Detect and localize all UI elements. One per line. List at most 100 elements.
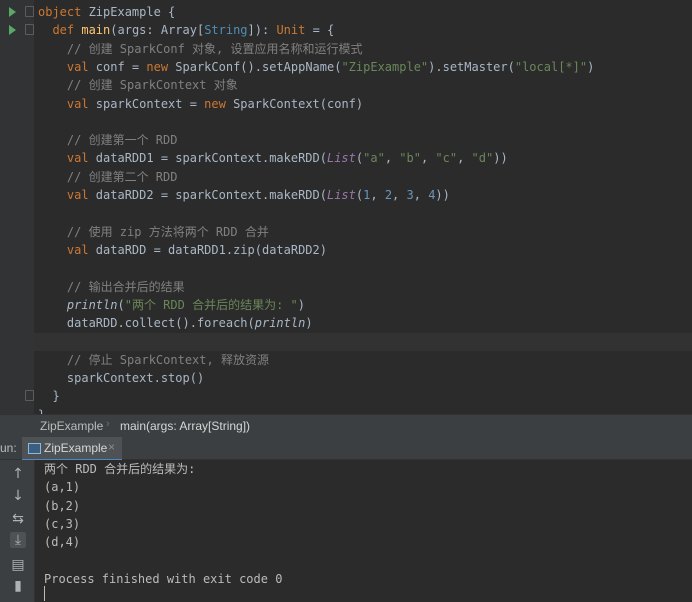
code-token: val (38, 96, 96, 111)
scroll-to-end-icon[interactable]: ⤓ (10, 532, 26, 548)
console-line: Process finished with exit code 0 (44, 571, 283, 586)
code-line[interactable]: val dataRDD2 = sparkContext.makeRDD(List… (0, 186, 692, 204)
code-token: , (392, 188, 407, 202)
print-icon[interactable]: ▤ (10, 557, 26, 573)
code-token: // 创建第一个 RDD (38, 133, 178, 148)
code-token: val (38, 242, 96, 257)
code-token: )) (435, 188, 450, 202)
code-line[interactable] (0, 204, 692, 222)
code-line[interactable]: val dataRDD = dataRDD1.zip(dataRDD2) (0, 241, 692, 259)
code-token: (args: Array[ (110, 23, 205, 38)
console-caret (44, 586, 45, 601)
code-token: , (413, 188, 429, 202)
code-token: main (81, 23, 111, 38)
code-token: ).setMaster( (428, 59, 515, 74)
arrow-down-icon[interactable]: ↓ (10, 488, 26, 504)
code-token: List (326, 151, 356, 166)
code-line-text: def main(args: Array[String]): Unit = { (38, 21, 334, 39)
breadcrumb-object[interactable]: ZipExample (40, 419, 103, 433)
code-line[interactable]: // 创建 SparkConf 对象, 设置应用名称和运行模式 (0, 40, 692, 58)
code-token: "c" (435, 151, 458, 166)
code-token: , (457, 151, 472, 166)
code-line[interactable]: val conf = new SparkConf().setAppName("Z… (0, 58, 692, 76)
code-line[interactable]: sparkContext.stop() (0, 369, 692, 387)
code-token: // 停止 SparkContext, 释放资源 (38, 352, 269, 367)
code-line[interactable]: } (0, 406, 692, 414)
console-tab-icon (28, 443, 41, 454)
code-line-text: } (38, 406, 45, 414)
code-token: )) (493, 151, 508, 166)
code-line-text: // 创建第一个 RDD (38, 131, 178, 149)
code-token: // 输出合并后的结果 (38, 279, 185, 294)
code-token: ) (305, 316, 313, 331)
code-token: dataRDD = dataRDD1.zip(dataRDD2) (95, 242, 327, 257)
code-line-text: object ZipExample { (38, 3, 175, 21)
code-token: ) (587, 59, 595, 74)
code-token: } (38, 389, 60, 404)
trash-icon[interactable]: ▮ (10, 578, 26, 594)
code-token: Unit (276, 23, 306, 38)
run-panel-label: un: (0, 441, 17, 455)
code-line[interactable]: // 创建第二个 RDD (0, 168, 692, 186)
code-line-text: // 创建第二个 RDD (38, 168, 178, 186)
breadcrumb-method[interactable]: main(args: Array[String]) (120, 419, 250, 433)
close-icon[interactable]: × (108, 440, 115, 454)
tab-zipexample[interactable]: ZipExample × (22, 437, 122, 461)
code-token: new (204, 96, 234, 111)
breadcrumb-separator: › (106, 418, 110, 430)
code-line[interactable]: object ZipExample { (0, 3, 692, 21)
code-token: // 使用 zip 方法将两个 RDD 合并 (38, 224, 269, 239)
code-line[interactable]: val sparkContext = new SparkContext(conf… (0, 95, 692, 113)
code-token: , (370, 188, 385, 202)
breadcrumb: ZipExample › main(args: Array[String]) (0, 414, 692, 437)
code-line[interactable]: // 停止 SparkContext, 释放资源 (0, 351, 692, 369)
code-line[interactable] (0, 113, 692, 131)
code-token: "ZipExample" (341, 59, 429, 74)
code-token: dataRDD2 = sparkContext.makeRDD( (95, 188, 327, 202)
code-line-text: // 创建 SparkContext 对象 (38, 76, 238, 94)
run-side-toolbar: ↑ ↓ ⇆ ⤓ ▤ ▮ (0, 460, 35, 602)
console-output[interactable]: 两个 RDD 合并后的结果为: (a,1) (b,2) (c,3) (d,4) Proce… (35, 460, 692, 602)
soft-wrap-icon[interactable]: ⇆ (10, 511, 26, 527)
console-line: (d,4) (44, 535, 81, 550)
code-token: val (38, 151, 96, 166)
code-token: // 创建第二个 RDD (38, 169, 178, 184)
code-token: "d" (471, 151, 494, 166)
code-line-text: val dataRDD2 = sparkContext.makeRDD(List… (38, 186, 450, 204)
code-token: "a" (363, 151, 385, 166)
code-editor[interactable]: object ZipExample { def main(args: Array… (0, 0, 692, 414)
code-token: def (38, 23, 82, 38)
code-token: // 创建 SparkContext 对象 (38, 78, 238, 93)
code-token: println (38, 297, 118, 312)
code-line[interactable] (0, 332, 692, 350)
code-token: // 创建 SparkConf 对象, 设置应用名称和运行模式 (38, 41, 363, 56)
run-toolbar: un: ZipExample × (0, 437, 692, 461)
code-line[interactable]: dataRDD.collect().foreach(println) (0, 314, 692, 332)
code-line[interactable]: val dataRDD1 = sparkContext.makeRDD(List… (0, 149, 692, 167)
console-line: (b,2) (44, 498, 81, 513)
tab-label: ZipExample (44, 441, 108, 455)
code-line-text: sparkContext.stop() (38, 369, 204, 387)
code-token: SparkContext(conf) (233, 96, 364, 111)
code-line-text: val dataRDD1 = sparkContext.makeRDD(List… (38, 149, 508, 167)
code-token: "b" (399, 151, 421, 166)
code-token: new (146, 59, 176, 74)
code-line[interactable]: // 创建第一个 RDD (0, 131, 692, 149)
arrow-up-icon[interactable]: ↑ (10, 466, 26, 482)
code-line[interactable]: // 使用 zip 方法将两个 RDD 合并 (0, 223, 692, 241)
code-line-text: // 使用 zip 方法将两个 RDD 合并 (38, 223, 269, 241)
code-token: , (420, 151, 436, 166)
code-line[interactable]: // 输出合并后的结果 (0, 278, 692, 296)
code-line[interactable]: } (0, 387, 692, 405)
code-line[interactable] (0, 259, 692, 277)
code-line-text: // 停止 SparkContext, 释放资源 (38, 351, 269, 369)
code-line-text: // 创建 SparkConf 对象, 设置应用名称和运行模式 (38, 40, 363, 58)
code-token: val (38, 188, 96, 202)
code-token: dataRDD1 = sparkContext.makeRDD( (95, 151, 327, 166)
code-line[interactable]: def main(args: Array[String]): Unit = { (0, 21, 692, 39)
code-token: List (326, 188, 356, 202)
console-line: (c,3) (44, 516, 81, 531)
code-line[interactable]: // 创建 SparkContext 对象 (0, 76, 692, 94)
code-line[interactable]: println("两个 RDD 合并后的结果为: ") (0, 296, 692, 314)
code-line-text: val sparkContext = new SparkContext(conf… (38, 95, 363, 113)
